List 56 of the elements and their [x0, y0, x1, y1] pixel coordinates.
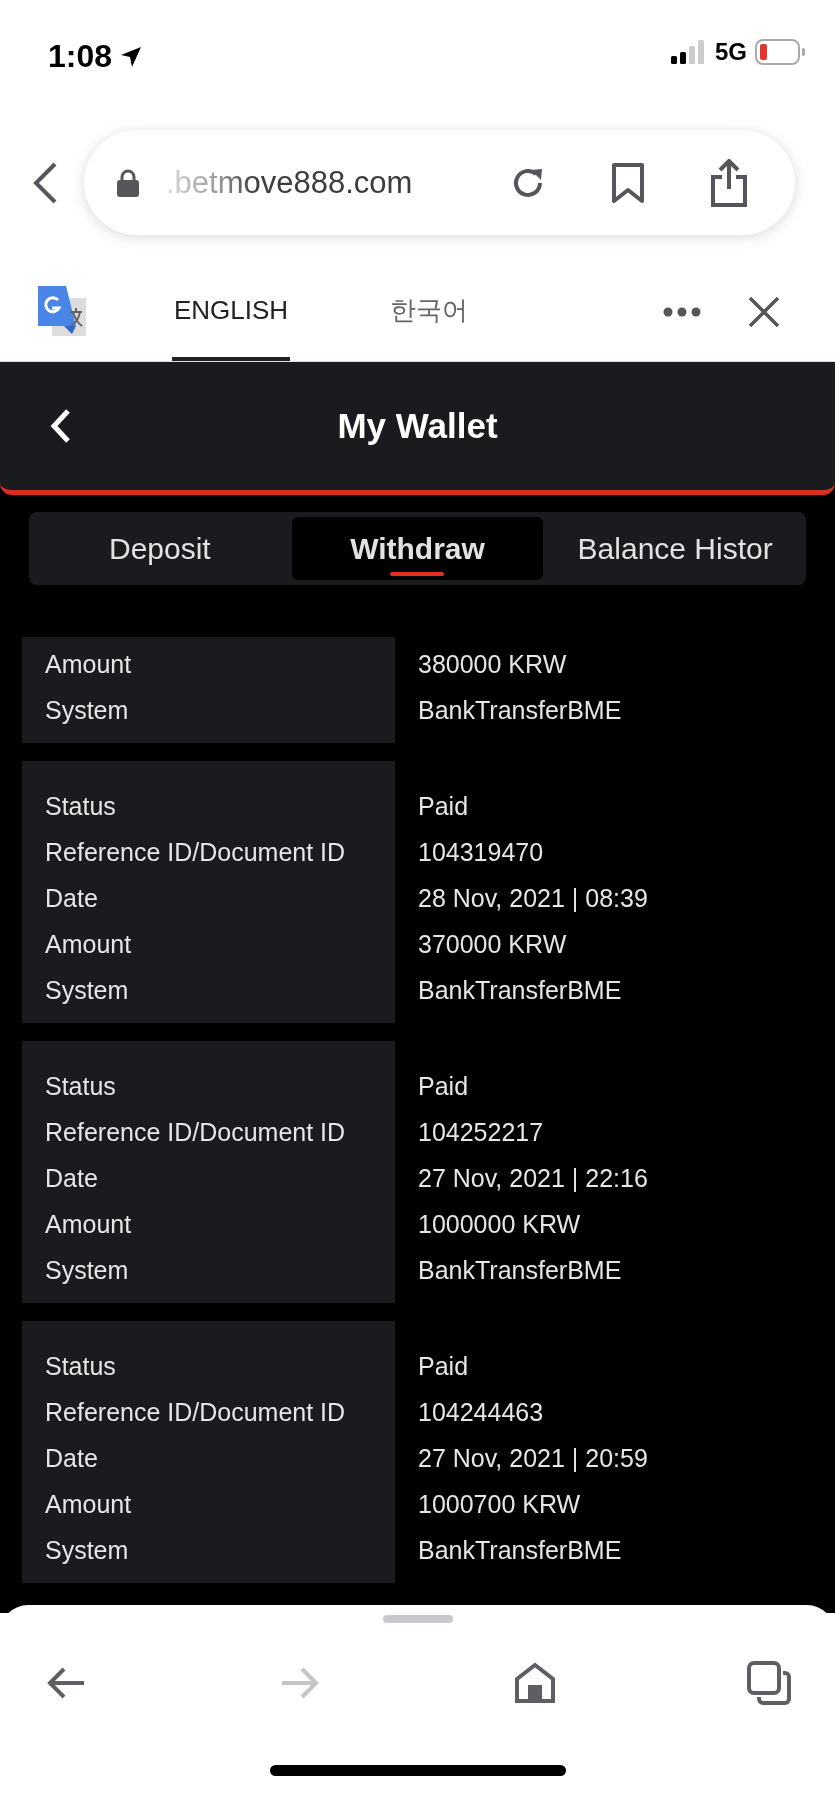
page-title: My Wallet	[337, 406, 498, 445]
field-value: 27 Nov, 2021 | 20:59	[418, 1443, 648, 1474]
clock-time: 1:08	[48, 38, 113, 75]
field-value: 104244463	[418, 1397, 544, 1428]
field-value: 28 Nov, 2021 | 08:39	[418, 883, 648, 914]
field-label: Date	[45, 1443, 98, 1474]
field-value: 104319470	[418, 837, 544, 868]
field-label: System	[45, 975, 129, 1006]
field-label: Date	[45, 1163, 98, 1194]
wallet-tab[interactable]: Balance Histor	[549, 517, 801, 580]
lock-icon	[116, 167, 140, 198]
field-value: Paid	[418, 791, 469, 822]
signal-icon	[671, 40, 707, 64]
field-value: 27 Nov, 2021 | 22:16	[418, 1163, 648, 1194]
field-value: 1000000 KRW	[418, 1209, 581, 1240]
field-value: 370000 KRW	[418, 929, 567, 960]
translate-icon	[38, 285, 86, 336]
close-icon[interactable]	[747, 294, 781, 329]
field-label: Reference ID/Document ID	[45, 837, 346, 868]
language-tab[interactable]: 한국어	[370, 250, 488, 361]
tabs-button[interactable]	[745, 1659, 793, 1707]
field-value: BankTransferBME	[418, 1535, 622, 1566]
field-label: System	[45, 1535, 129, 1566]
field-label: Amount	[45, 1489, 132, 1520]
address-field[interactable]: .betmove888.com	[84, 130, 795, 235]
sheet-handle[interactable]	[382, 1615, 453, 1623]
more-icon[interactable]	[663, 306, 701, 317]
field-value: Paid	[418, 1351, 469, 1382]
url-text: .betmove888.com	[166, 164, 414, 201]
battery-icon	[755, 39, 805, 65]
location-arrow-icon	[120, 45, 143, 68]
back-chevron-icon[interactable]	[32, 160, 58, 205]
field-label: Amount	[45, 649, 132, 680]
back-chevron-icon[interactable]	[48, 407, 72, 445]
field-label: Date	[45, 883, 98, 914]
field-value: 1000700 KRW	[418, 1489, 581, 1520]
network-type: 5G	[715, 38, 747, 66]
field-label: Amount	[45, 1209, 132, 1240]
field-label: Reference ID/Document ID	[45, 1117, 346, 1148]
field-value: BankTransferBME	[418, 695, 622, 726]
field-label: Status	[45, 1351, 116, 1382]
bookmark-icon[interactable]	[611, 162, 645, 203]
share-icon[interactable]	[709, 158, 749, 207]
field-label: Amount	[45, 929, 132, 960]
field-label: Status	[45, 791, 116, 822]
field-value: Paid	[418, 1071, 469, 1102]
field-label: Reference ID/Document ID	[45, 1397, 346, 1428]
wallet-tab[interactable]: Deposit	[34, 517, 286, 580]
field-label: System	[45, 695, 129, 726]
field-value: BankTransferBME	[418, 975, 622, 1006]
field-label: Status	[45, 1071, 116, 1102]
field-value: BankTransferBME	[418, 1255, 622, 1286]
field-value: 380000 KRW	[418, 649, 567, 680]
wallet-tab[interactable]: Withdraw	[291, 517, 544, 580]
field-label: System	[45, 1255, 129, 1286]
field-value: 104252217	[418, 1117, 544, 1148]
